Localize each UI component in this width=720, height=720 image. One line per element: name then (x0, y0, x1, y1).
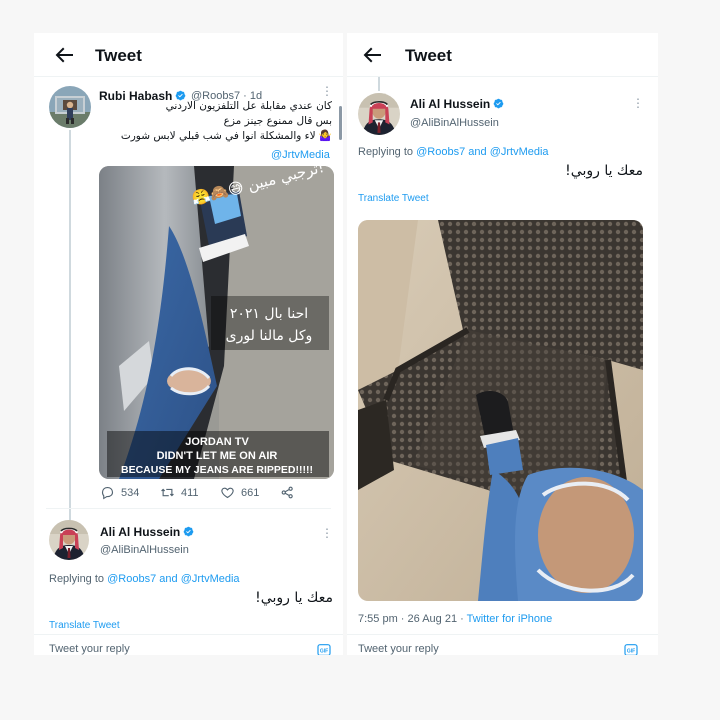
reply-input[interactable]: Tweet your reply (49, 643, 130, 655)
reply-bar: Tweet your reply (347, 634, 658, 655)
verified-badge-icon (493, 98, 504, 109)
like-icon (221, 487, 234, 499)
scrollbar[interactable] (339, 106, 342, 140)
thread-line (378, 77, 380, 91)
tweet-actions: 534 411 661 (100, 485, 330, 505)
author-name[interactable]: Ali Al Hussein (100, 525, 194, 539)
tweet-timestamp: 7:55 pm · 26 Aug 21 · Twitter for iPhone (358, 613, 553, 625)
header: Tweet (347, 33, 658, 77)
photo-chair-knee (358, 220, 643, 601)
translate-link[interactable]: Translate Tweet (358, 193, 429, 204)
translate-link[interactable]: Translate Tweet (49, 620, 120, 631)
divider (46, 508, 331, 509)
avatar[interactable] (49, 86, 91, 128)
avatar[interactable] (49, 520, 89, 560)
back-arrow-icon[interactable] (52, 43, 76, 67)
author-handle[interactable]: @AliBinAlHussein (410, 117, 499, 129)
gif-icon[interactable] (623, 642, 639, 655)
tweet-image[interactable] (358, 220, 643, 601)
reply-input[interactable]: Tweet your reply (358, 643, 439, 655)
gif-icon[interactable] (316, 642, 332, 655)
author-name[interactable]: Ali Al Hussein (410, 97, 504, 111)
source-link[interactable]: Twitter for iPhone (467, 613, 553, 625)
like-action[interactable]: 661 (220, 485, 259, 500)
reply-bar: Tweet your reply (34, 634, 343, 655)
image-caption-bottom-2: DIDN'T LET ME ON AIR (157, 450, 278, 462)
more-icon[interactable]: ⋮ (321, 85, 333, 97)
share-action[interactable] (280, 485, 295, 500)
tweet-text: معك يا روبي! (565, 163, 643, 179)
image-caption-bottom-1: JORDAN TV (185, 436, 249, 448)
verified-badge-icon (183, 526, 194, 537)
image-caption-mid-1: احنا بال ٢٠٢١ (230, 306, 308, 322)
avatar[interactable] (358, 93, 400, 135)
page-title: Tweet (405, 46, 452, 65)
replying-to: Replying to @Roobs7 and @JrtvMedia (358, 146, 549, 158)
author-handle[interactable]: @AliBinAlHussein (100, 544, 189, 556)
reply-action[interactable]: 534 (100, 485, 139, 500)
photo-jeans-car: 😤🙈😅 ترجبي مبين! احنا بال ٢٠٢١ وكل مالنا … (99, 166, 334, 479)
page-title: Tweet (95, 46, 142, 65)
image-caption-mid-2: وكل مالنا لورى (226, 328, 313, 344)
mention-link[interactable]: @JrtvMedia (181, 573, 240, 585)
reply-icon (101, 486, 114, 500)
mention-link[interactable]: @JrtvMedia (490, 146, 549, 158)
back-arrow-icon[interactable] (360, 43, 384, 67)
tweet-image[interactable]: 😤🙈😅 ترجبي مبين! احنا بال ٢٠٢١ وكل مالنا … (99, 166, 334, 479)
tweet-text: كان عندي مقابلة عل التلفزيون الاردني بس … (120, 100, 332, 142)
reply-text: معك يا روبي! (255, 590, 333, 606)
mention-link[interactable]: @JrtvMedia (271, 149, 330, 161)
header: Tweet (34, 33, 343, 77)
tweet-panel-right: Tweet Ali Al Hussein @AliBinAlHussein ⋮ … (347, 33, 658, 655)
replying-to: Replying to @Roobs7 and @JrtvMedia (49, 573, 240, 585)
more-icon[interactable]: ⋮ (321, 527, 333, 539)
retweet-action[interactable]: 411 (160, 485, 199, 500)
more-icon[interactable]: ⋮ (632, 97, 644, 109)
thread-line (69, 130, 71, 538)
tweet-panel-left: Tweet Rubi Habash @Roobs7 · 1d ⋮ كان عند… (34, 33, 343, 655)
image-caption-bottom-3: BECAUSE MY JEANS ARE RIPPED!!!!! (121, 464, 313, 476)
share-icon (281, 486, 293, 499)
mention-link[interactable]: @Roobs7 (416, 146, 465, 158)
mention-link[interactable]: @Roobs7 (107, 573, 156, 585)
retweet-icon (161, 488, 174, 497)
